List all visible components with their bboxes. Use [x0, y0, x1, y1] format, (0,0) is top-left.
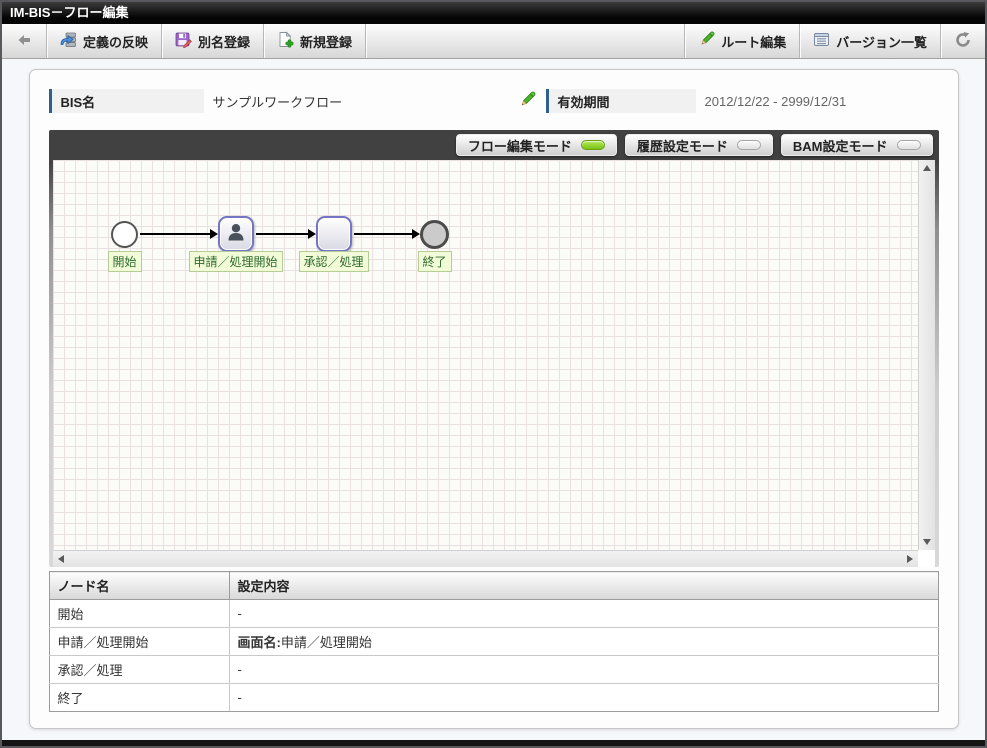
alias-register-label: 別名登録: [198, 34, 251, 50]
page-title: IM-BIS－フロー編集: [2, 2, 985, 24]
flow-arrow: [353, 229, 420, 239]
content-area: BIS名 サンプルワークフロー 有効期間 2012/12/22 - 2999/1…: [2, 59, 985, 740]
bis-name-value: サンプルワークフロー: [212, 94, 343, 110]
mode-bar: フロー編集モード 履歴設定モード BAM設定モード: [53, 130, 935, 160]
bis-name-label: BIS名: [48, 89, 204, 113]
flow-node-start[interactable]: [110, 221, 138, 248]
node-name-cell: 開始: [48, 599, 230, 628]
flow-node-label-task: 承認／処理: [298, 251, 369, 272]
refresh-button[interactable]: [941, 24, 985, 58]
mode-button-history-setting[interactable]: 履歴設定モード: [624, 134, 773, 156]
column-header-setting: 設定内容: [228, 571, 939, 600]
new-register-button[interactable]: 新規登録: [264, 24, 365, 58]
flow-node-task[interactable]: [315, 216, 352, 252]
node-settings-table: ノード名 設定内容 開始 - 申請／処理開始 画面名:申請／処理開始 承認／処理…: [48, 571, 939, 712]
alias-register-button[interactable]: 別名登録: [162, 24, 263, 58]
alias-register-icon: [175, 31, 192, 51]
flow-canvas: 開始 申請／処理開始 承認／処理 終了: [52, 160, 935, 567]
im-bis-window: IM-BIS－フロー編集 定義の反映 別名登録 新規登録 ルート編集 バージョン…: [0, 0, 987, 748]
table-row[interactable]: 開始 -: [48, 599, 939, 628]
mode-button-bam-setting[interactable]: BAM設定モード: [780, 134, 933, 156]
valid-period-label: 有効期間: [545, 89, 696, 113]
flow-canvas-viewport[interactable]: 開始 申請／処理開始 承認／処理 終了: [52, 160, 918, 550]
route-edit-label: ルート編集: [721, 34, 787, 50]
node-name-cell: 申請／処理開始: [48, 627, 230, 656]
led-indicator-off: [896, 140, 921, 150]
led-indicator-off: [736, 140, 761, 150]
scroll-right-arrow-icon[interactable]: [906, 555, 913, 563]
scroll-up-arrow-icon[interactable]: [922, 165, 931, 171]
setting-cell: 画面名:申請／処理開始: [228, 627, 939, 656]
flow-edit-panel: BIS名 サンプルワークフロー 有効期間 2012/12/22 - 2999/1…: [28, 69, 959, 729]
scroll-down-arrow-icon[interactable]: [922, 539, 931, 545]
edit-pencil-icon[interactable]: [518, 91, 536, 112]
table-row[interactable]: 承認／処理 -: [48, 655, 939, 684]
flow-node-label-start: 開始: [107, 251, 142, 272]
refresh-icon: [954, 31, 972, 52]
bis-name-value-cell: サンプルワークフロー: [204, 89, 542, 113]
vertical-scrollbar[interactable]: [917, 160, 935, 550]
info-bar: BIS名 サンプルワークフロー 有効期間 2012/12/22 - 2999/1…: [48, 89, 939, 113]
node-name-cell: 承認／処理: [48, 655, 230, 684]
flow-arrow: [139, 229, 218, 239]
version-list-button[interactable]: バージョン一覧: [800, 24, 940, 58]
valid-period-value: 2012/12/22 - 2999/12/31: [704, 93, 847, 109]
flow-node-label-user-task: 申請／処理開始: [188, 251, 283, 272]
setting-cell: -: [228, 655, 939, 684]
column-header-node-name: ノード名: [48, 571, 230, 600]
version-list-icon: [813, 31, 830, 51]
mode-button-flow-edit-label: フロー編集モード: [467, 138, 572, 154]
scroll-left-arrow-icon[interactable]: [57, 555, 64, 563]
table-header-row: ノード名 設定内容: [48, 571, 939, 600]
table-row[interactable]: 申請／処理開始 画面名:申請／処理開始: [48, 627, 939, 656]
new-register-icon: [277, 31, 294, 51]
flow-node-label-end: 終了: [417, 251, 452, 272]
apply-definition-button[interactable]: 定義の反映: [47, 24, 161, 58]
mode-button-flow-edit[interactable]: フロー編集モード: [455, 134, 617, 156]
bottom-bar: [2, 740, 985, 746]
scrollbar-corner: [917, 550, 935, 567]
route-edit-button[interactable]: ルート編集: [685, 24, 799, 58]
flow-node-user-task[interactable]: [217, 216, 254, 252]
back-button[interactable]: [2, 24, 46, 58]
horizontal-scrollbar[interactable]: [52, 550, 918, 567]
version-list-label: バージョン一覧: [836, 34, 927, 50]
setting-value: 申請／処理開始: [280, 635, 372, 650]
node-name-cell: 終了: [48, 683, 230, 712]
back-arrow-icon: [15, 31, 33, 52]
flow-arrow: [255, 229, 316, 239]
mode-button-bam-setting-label: BAM設定モード: [792, 138, 888, 154]
apply-definition-label: 定義の反映: [83, 34, 149, 50]
flow-node-end[interactable]: [419, 220, 449, 249]
led-indicator-on: [580, 140, 605, 150]
person-icon: [225, 221, 247, 248]
toolbar: 定義の反映 別名登録 新規登録 ルート編集 バージョン一覧: [2, 24, 985, 59]
setting-cell: -: [228, 683, 939, 712]
flow-canvas-frame: フロー編集モード 履歴設定モード BAM設定モード 開始 申請／処理開始 承認／…: [48, 130, 939, 567]
mode-button-history-setting-label: 履歴設定モード: [636, 138, 728, 154]
table-row[interactable]: 終了 -: [48, 683, 939, 712]
apply-definition-icon: [60, 31, 77, 51]
new-register-label: 新規登録: [300, 34, 353, 50]
setting-key: 画面名:: [237, 635, 281, 650]
setting-cell: -: [228, 599, 939, 628]
route-edit-pencil-icon: [698, 31, 715, 51]
